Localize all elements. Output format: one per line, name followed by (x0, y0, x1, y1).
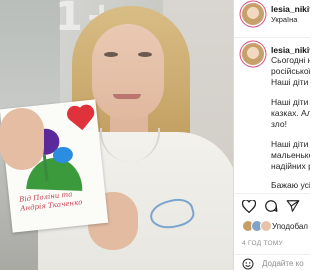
comment-box: Додайте ко (234, 254, 310, 270)
card-signature: Від Поліни та Андрія Ткаченко (18, 190, 83, 213)
caption-line: Наші діти п (271, 97, 310, 107)
person-eye-right (138, 52, 152, 57)
post-side-panel: lesia_nikituk Україна lesia_nikituk Сьог… (233, 0, 310, 270)
caption-line: мальенько (271, 150, 310, 160)
heart-drawing (69, 107, 93, 131)
person-face (92, 24, 164, 120)
flower-petal-blue (52, 146, 74, 165)
caption-line: Сьогодні н (271, 55, 310, 65)
share-icon[interactable] (286, 199, 300, 213)
person-eye-left (104, 52, 118, 57)
liker-avatar (260, 220, 272, 232)
post-location[interactable]: Україна (271, 15, 297, 24)
caption-line: Наші діти - (271, 139, 310, 149)
person-mouth (113, 94, 141, 99)
post-photo[interactable]: 1+ Від Поліни та Андрія Ткаченко (0, 0, 233, 270)
comment-input[interactable]: Додайте ко (262, 259, 304, 268)
caption-line: казках. Але (271, 108, 310, 118)
post-header: lesia_nikituk Україна (234, 0, 310, 38)
comment-icon[interactable] (264, 199, 278, 213)
emoji-icon[interactable] (242, 257, 254, 270)
likes-text[interactable]: Уподобал (272, 222, 308, 231)
caption-avatar[interactable] (242, 43, 264, 65)
caption-line: Наші діти в (271, 77, 310, 87)
caption-line: надійних ру (271, 161, 310, 171)
caption-line: Бажаю усім (271, 180, 310, 190)
heart-icon[interactable] (242, 199, 256, 213)
post-caption: lesia_nikituk Сьогодні н російської Наші… (234, 39, 310, 190)
caption-line: російської (271, 66, 310, 76)
post-timestamp[interactable]: 4 ГОД ТОМУ (242, 240, 283, 247)
caption-username[interactable]: lesia_nikituk (271, 45, 310, 55)
author-avatar[interactable] (242, 3, 264, 25)
person-hand-left (0, 108, 44, 170)
post-actions (234, 193, 310, 215)
caption-line: зло! (271, 119, 287, 129)
author-username[interactable]: lesia_nikituk (271, 4, 310, 14)
